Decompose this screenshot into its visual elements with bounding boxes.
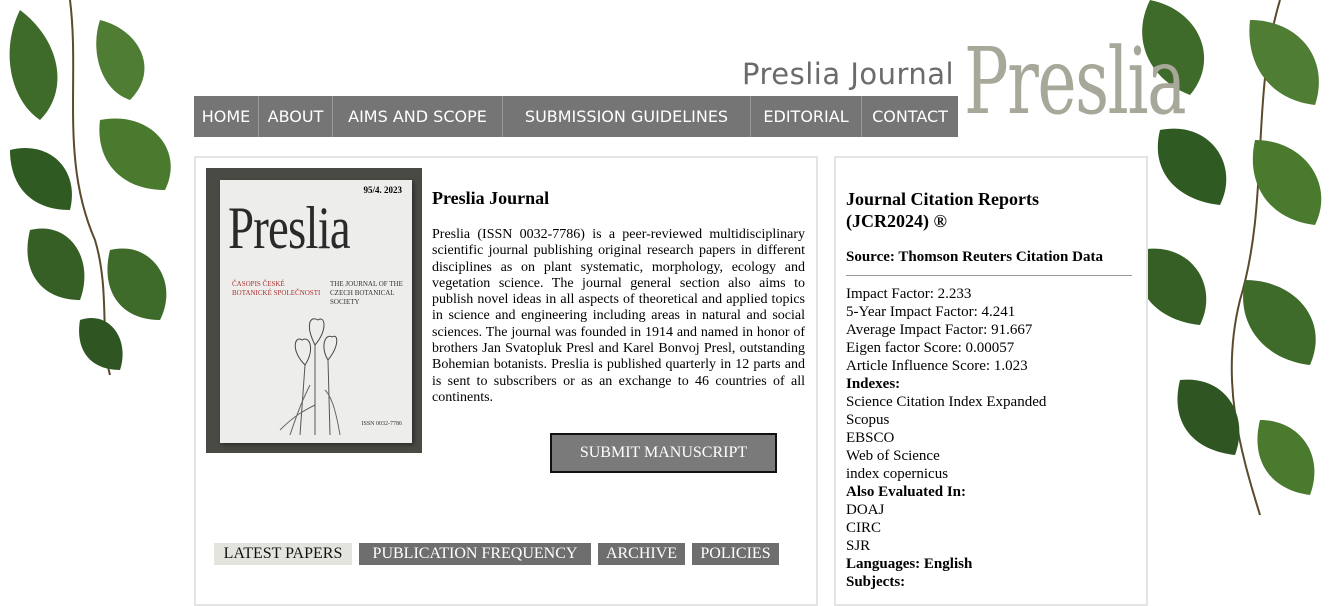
tab-latest-papers[interactable]: LATEST PAPERS xyxy=(214,543,352,565)
nav-contact[interactable]: CONTACT xyxy=(862,96,958,137)
cover-issue-number: 95/4. 2023 xyxy=(363,185,402,195)
main-navigation: HOME ABOUT AIMS AND SCOPE SUBMISSION GUI… xyxy=(194,96,958,137)
sidebar-divider xyxy=(846,275,1132,276)
iris-illustration xyxy=(279,318,341,435)
cover-issn: ISSN 0032-7786 xyxy=(361,421,402,427)
leaf-vine-decoration-left xyxy=(9,0,171,376)
cover-title: Preslia xyxy=(228,195,351,261)
metric-impact-factor: Impact Factor: 2.233 xyxy=(846,286,972,302)
nav-aims-and-scope[interactable]: AIMS AND SCOPE xyxy=(333,96,503,137)
citation-metrics-list: Impact Factor: 2.233 5-Year Impact Facto… xyxy=(846,285,1046,591)
metric-average-impact-factor: Average Impact Factor: 91.667 xyxy=(846,322,1033,338)
evaluated-item: CIRC xyxy=(846,520,882,536)
subjects-label: Subjects: xyxy=(846,574,906,590)
index-item: Science Citation Index Expanded xyxy=(846,394,1047,410)
tab-policies[interactable]: POLICIES xyxy=(692,543,779,565)
index-item: Web of Science xyxy=(846,448,940,464)
index-item: Scopus xyxy=(846,412,890,428)
nav-home[interactable]: HOME xyxy=(194,96,259,137)
nav-submission-guidelines[interactable]: SUBMISSION GUIDELINES xyxy=(503,96,751,137)
cover-english-subtitle: THE JOURNAL OF THE CZECH BOTANICAL SOCIE… xyxy=(330,280,403,306)
journal-cover-image: 95/4. 2023 Preslia ČASOPIS ČESKÉ BOTANIC… xyxy=(206,168,422,453)
tab-archive[interactable]: ARCHIVE xyxy=(598,543,685,565)
preslia-logo[interactable]: Preslia xyxy=(964,28,1187,135)
jcr-heading: Journal Citation Reports (JCR2024) ® xyxy=(846,189,1039,231)
cover-czech-subtitle: ČASOPIS ČESKÉ BOTANICKÉ SPOLEČNOSTI xyxy=(232,280,321,297)
evaluated-item: DOAJ xyxy=(846,502,885,518)
nav-editorial[interactable]: EDITORIAL xyxy=(751,96,862,137)
evaluated-item: SJR xyxy=(846,538,871,554)
jcr-source: Source: Thomson Reuters Citation Data xyxy=(846,249,1103,265)
indexes-label: Indexes: xyxy=(846,376,901,392)
site-title: Preslia Journal xyxy=(742,57,955,91)
metric-5-year-impact-factor: 5-Year Impact Factor: 4.241 xyxy=(846,304,1016,320)
also-evaluated-label: Also Evaluated In: xyxy=(846,484,967,500)
journal-description: Preslia (ISSN 0032-7786) is a peer-revie… xyxy=(432,227,805,405)
index-item: index copernicus xyxy=(846,466,949,482)
metric-article-influence-score: Article Influence Score: 1.023 xyxy=(846,358,1028,374)
languages-label: Languages: English xyxy=(846,556,973,572)
tab-publication-frequency[interactable]: PUBLICATION FREQUENCY xyxy=(359,543,591,565)
submit-manuscript-button[interactable]: SUBMIT MANUSCRIPT xyxy=(550,433,777,473)
index-item: EBSCO xyxy=(846,430,895,446)
metric-eigen-factor-score: Eigen factor Score: 0.00057 xyxy=(846,340,1015,356)
journal-heading: Preslia Journal xyxy=(432,188,550,208)
nav-about[interactable]: ABOUT xyxy=(259,96,333,137)
